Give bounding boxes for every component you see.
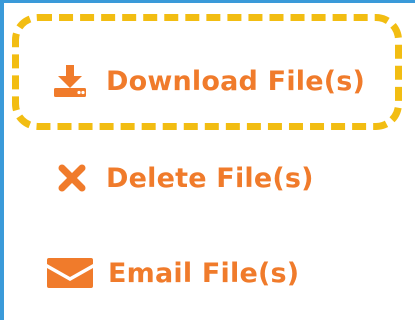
download-icon [50,64,90,98]
file-actions-panel: Download File(s) Delete File(s) Email Fi… [0,0,415,320]
email-files-menu-item[interactable]: Email File(s) [4,253,415,293]
email-files-label: Email File(s) [108,257,300,289]
close-icon [52,161,92,195]
download-files-label: Download File(s) [106,65,366,97]
delete-files-label: Delete File(s) [106,162,314,194]
delete-files-menu-item[interactable]: Delete File(s) [4,158,415,198]
download-files-menu-item[interactable]: Download File(s) [4,61,415,101]
envelope-icon [46,256,94,290]
